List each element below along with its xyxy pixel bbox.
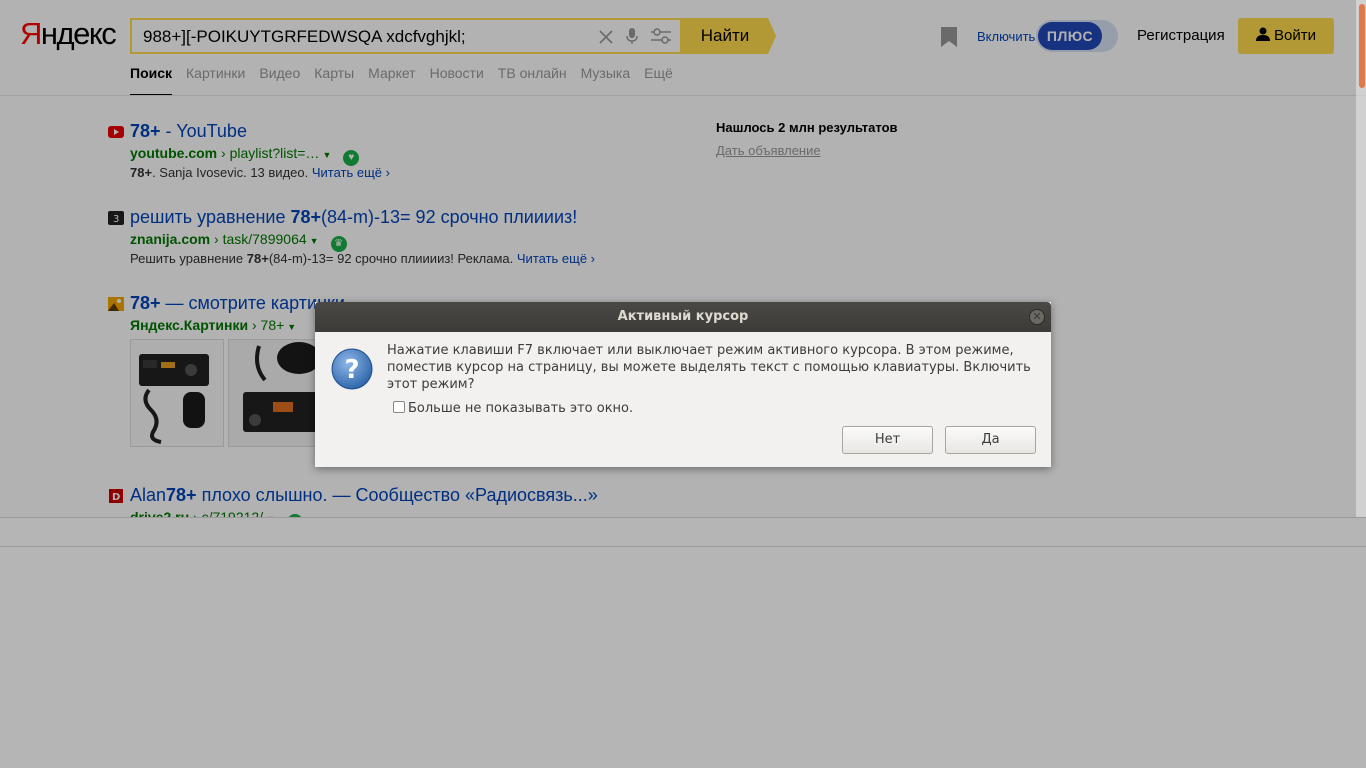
svg-text:?: ? [344, 355, 359, 385]
dialog-titlebar[interactable]: Активный курсор ✕ [315, 302, 1051, 332]
caret-browsing-dialog: Активный курсор ✕ ? Нажатие клавиши F7 в… [315, 302, 1051, 467]
dialog-message: Нажатие клавиши F7 включает или выключае… [387, 343, 1031, 392]
dont-show-again-checkbox[interactable]: Больше не показывать это окно. [393, 401, 633, 416]
yes-button[interactable]: Да [945, 426, 1036, 454]
close-icon[interactable]: ✕ [1029, 309, 1045, 325]
no-button[interactable]: Нет [842, 426, 933, 454]
blank-area [0, 547, 1366, 768]
checkbox-box[interactable] [393, 401, 405, 413]
dialog-title: Активный курсор [617, 309, 749, 324]
question-icon: ? [331, 348, 373, 390]
scrollbar-thumb[interactable] [1359, 4, 1365, 88]
status-bar [0, 517, 1366, 547]
